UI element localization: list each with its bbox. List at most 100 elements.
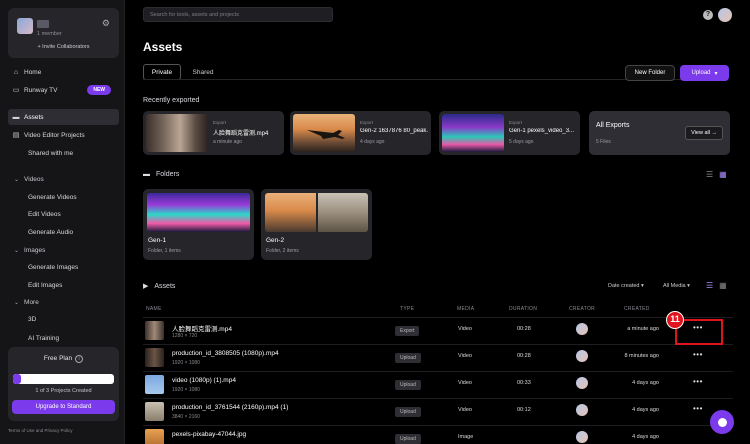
export-thumbnail xyxy=(293,114,355,152)
sort-dropdown[interactable]: Date created ▾ xyxy=(608,283,644,289)
asset-thumbnail xyxy=(145,402,164,421)
sidebar-item-label: Generate Images xyxy=(28,263,79,271)
export-name: Gen-2 1637876 80_peak... xyxy=(360,128,428,134)
asset-type-badge: Export xyxy=(395,326,420,336)
column-header-type[interactable]: TYPE xyxy=(400,306,414,312)
sidebar-item-generate-images[interactable]: Generate Images xyxy=(8,259,119,275)
export-card[interactable]: Export Gen-2 1637876 80_peak... 4 days a… xyxy=(290,111,431,155)
folder-thumbnail xyxy=(147,193,250,232)
upload-button[interactable]: Upload ▾ xyxy=(680,65,729,81)
plan-progress-bar xyxy=(13,374,114,384)
chevron-down-icon: ⌄ xyxy=(14,248,20,254)
sidebar-item-runway-tv[interactable]: ▭ Runway TV NEW xyxy=(8,82,119,98)
grid-view-icon[interactable]: ▦ xyxy=(719,281,727,290)
sidebar-item-generate-videos[interactable]: Generate Videos xyxy=(8,189,119,205)
avatar[interactable] xyxy=(718,8,732,22)
folder-card[interactable]: Gen-2 Folder, 2 items xyxy=(261,189,372,260)
table-row[interactable]: 人脸舞蹈克雷测.mp4 1280 × 720 Export Video 00:2… xyxy=(143,317,733,343)
all-exports-title: All Exports xyxy=(596,122,630,129)
folders-label: Folders xyxy=(156,171,180,178)
export-kicker: Export xyxy=(213,120,227,125)
asset-dimensions: 1920 × 1080 xyxy=(172,387,200,393)
asset-dimensions: 1280 × 720 xyxy=(172,333,198,339)
folder-view-toggle: ☰ ▦ xyxy=(706,170,727,179)
creator-avatar xyxy=(576,404,588,416)
all-exports-card: All Exports 5 Files View all → xyxy=(589,111,730,155)
asset-dimensions: 3840 × 2160 xyxy=(172,414,200,420)
new-folder-button[interactable]: New Folder xyxy=(625,65,675,81)
sidebar-item-edit-videos[interactable]: Edit Videos xyxy=(8,206,119,222)
column-header-media[interactable]: MEDIA xyxy=(457,306,474,312)
all-exports-count: 5 Files xyxy=(596,139,611,145)
workspace-card[interactable]: 1 member ⚙ + Invite Collaborators xyxy=(8,8,119,58)
sidebar-item-home[interactable]: ⌂ Home xyxy=(8,64,119,80)
view-all-button[interactable]: View all → xyxy=(685,126,723,140)
export-card[interactable]: Export Gen-1 pexels_video_3... 5 days ag… xyxy=(439,111,580,155)
folder-card[interactable]: Gen-1 Folder, 1 items xyxy=(143,189,254,260)
upgrade-button[interactable]: Upgrade to Standard xyxy=(12,400,115,414)
workspace-avatar xyxy=(17,18,33,34)
asset-thumbnail xyxy=(145,375,164,394)
sidebar-section-more[interactable]: ⌄ More xyxy=(14,299,39,306)
asset-dimensions: 1920 × 1080 xyxy=(172,360,200,366)
creator-avatar xyxy=(576,350,588,362)
tab-private[interactable]: Private xyxy=(143,64,181,80)
creator-avatar xyxy=(576,323,588,335)
terms-privacy-links[interactable]: Terms of Use and Privacy Policy xyxy=(8,428,73,433)
list-view-icon[interactable]: ☰ xyxy=(706,170,713,179)
info-icon[interactable]: i xyxy=(75,355,84,363)
column-header-name[interactable]: NAME xyxy=(146,306,162,312)
sidebar-item-label: Home xyxy=(24,68,42,76)
export-name: Gen-1 pexels_video_3... xyxy=(509,128,575,134)
more-options-icon[interactable]: ••• xyxy=(693,350,703,359)
asset-duration: 00:28 xyxy=(517,353,531,359)
help-icon[interactable]: ? xyxy=(703,10,713,20)
asset-duration: 00:33 xyxy=(517,380,531,386)
asset-name: production_id_3761544 (2160p).mp4 (1) xyxy=(172,404,289,411)
sidebar-item-label: Generate Videos xyxy=(28,193,77,201)
asset-name: pexels-pixabay-47044.jpg xyxy=(172,431,247,438)
column-header-duration[interactable]: DURATION xyxy=(509,306,537,312)
sidebar-item-ai-training[interactable]: AI Training xyxy=(8,330,119,346)
chat-button[interactable] xyxy=(710,410,734,434)
folder-meta: Folder, 1 items xyxy=(148,248,181,254)
upload-label: Upload xyxy=(691,70,711,76)
export-card[interactable]: Export 人脸舞蹈克雷测.mp4 a minute ago xyxy=(143,111,284,155)
plan-projects-count: 1 of 3 Projects Created xyxy=(35,388,92,394)
sidebar-section-videos[interactable]: ⌄ Videos xyxy=(14,176,44,183)
sidebar-item-label: Generate Audio xyxy=(28,228,74,236)
section-label: More xyxy=(24,299,39,306)
asset-media: Video xyxy=(458,326,472,332)
sidebar-item-label: Edit Videos xyxy=(28,210,61,218)
asset-media: Video xyxy=(458,353,472,359)
sidebar-item-assets[interactable]: ▬ Assets xyxy=(8,109,119,125)
invite-collaborators-link[interactable]: + Invite Collaborators xyxy=(8,44,119,50)
sidebar-item-3d[interactable]: 3D xyxy=(8,311,119,327)
grid-view-icon[interactable]: ▦ xyxy=(719,170,727,179)
thumbnail-image xyxy=(147,193,250,232)
column-header-created[interactable]: CREATED xyxy=(624,306,650,312)
sidebar-item-shared[interactable]: Shared with me xyxy=(8,145,119,161)
more-options-icon[interactable]: ••• xyxy=(693,404,703,413)
gear-icon[interactable]: ⚙ xyxy=(102,18,110,29)
search-input[interactable]: Search for tools, assets and projects xyxy=(143,7,333,22)
tab-shared[interactable]: Shared xyxy=(186,64,220,80)
sidebar-item-generate-audio[interactable]: Generate Audio xyxy=(8,224,119,240)
thumbnail-image xyxy=(265,193,316,232)
more-options-icon[interactable]: ••• xyxy=(693,377,703,386)
table-row[interactable]: production_id_3761544 (2160p).mp4 (1) 38… xyxy=(143,398,733,424)
sidebar-item-edit-images[interactable]: Edit Images xyxy=(8,277,119,293)
asset-type-badge: Upload xyxy=(395,407,421,417)
media-filter-dropdown[interactable]: All Media ▾ xyxy=(663,283,690,289)
column-header-creator[interactable]: CREATOR xyxy=(569,306,595,312)
table-row[interactable]: pexels-pixabay-47044.jpg Upload Image 4 … xyxy=(143,425,733,444)
sidebar-item-video-editor[interactable]: ▤ Video Editor Projects xyxy=(8,127,119,143)
list-view-icon[interactable]: ☰ xyxy=(706,281,713,290)
asset-created: 4 days ago xyxy=(632,434,659,440)
asset-type-badge: Upload xyxy=(395,380,421,390)
table-row[interactable]: production_id_3808505 (1080p).mp4 1920 ×… xyxy=(143,344,733,370)
table-row[interactable]: video (1080p) (1).mp4 1920 × 1080 Upload… xyxy=(143,371,733,397)
asset-thumbnail xyxy=(145,321,164,340)
chat-icon xyxy=(717,417,727,427)
sidebar-section-images[interactable]: ⌄ Images xyxy=(14,247,45,254)
